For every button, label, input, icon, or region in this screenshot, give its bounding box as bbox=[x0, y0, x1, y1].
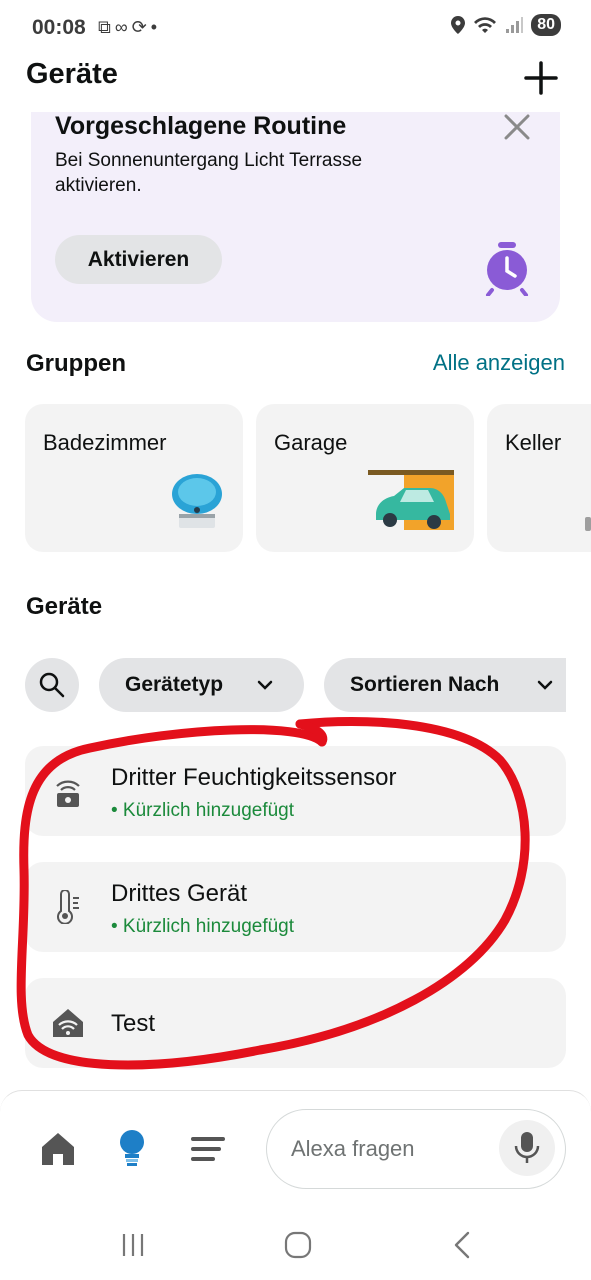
garage-car-icon bbox=[368, 470, 454, 530]
group-label: Garage bbox=[274, 430, 348, 455]
location-icon bbox=[451, 16, 466, 34]
sort-filter[interactable]: Sortieren Nach bbox=[324, 658, 566, 712]
alexa-input[interactable]: Alexa fragen bbox=[266, 1109, 566, 1189]
device-card[interactable]: Test bbox=[25, 978, 566, 1068]
activate-button[interactable]: Aktivieren bbox=[55, 235, 222, 284]
chevron-down-icon bbox=[537, 680, 553, 690]
routine-title: Vorgeschlagene Routine bbox=[55, 112, 347, 140]
device-name: Drittes Gerät bbox=[111, 880, 248, 907]
status-bar: 00:08 ⧉ ∞ ⟳ • 80 bbox=[0, 0, 591, 56]
home-icon[interactable] bbox=[38, 1129, 78, 1169]
groups-carousel[interactable]: Badezimmer Garage Keller bbox=[25, 404, 591, 552]
group-card-badezimmer[interactable]: Badezimmer bbox=[25, 404, 243, 552]
echo-device-icon bbox=[172, 474, 222, 528]
signal-icon bbox=[506, 17, 524, 33]
back-icon[interactable] bbox=[448, 1230, 478, 1260]
system-nav-bar bbox=[0, 1204, 591, 1280]
device-name: Test bbox=[111, 1010, 156, 1037]
plus-icon[interactable] bbox=[521, 58, 561, 98]
thermometer-icon bbox=[57, 890, 79, 924]
sort-label: Sortieren Nach bbox=[350, 673, 500, 696]
group-label: Badezimmer bbox=[43, 430, 167, 455]
device-type-label: Gerätetyp bbox=[125, 673, 224, 696]
group-card-garage[interactable]: Garage bbox=[256, 404, 474, 552]
search-icon bbox=[39, 672, 65, 698]
alarm-clock-icon bbox=[486, 242, 528, 296]
group-card-keller[interactable]: Keller bbox=[487, 404, 591, 552]
device-status: • Kürzlich hinzugefügt bbox=[111, 916, 295, 937]
microphone-icon bbox=[514, 1132, 540, 1163]
screenshot-icon: ⧉ bbox=[98, 17, 111, 37]
device-card[interactable]: Dritter Feuchtigkeitssensor • Kürzlich h… bbox=[25, 746, 566, 836]
wifi-icon bbox=[474, 17, 497, 33]
dot-icon: • bbox=[150, 17, 158, 37]
device-status: • Kürzlich hinzugefügt bbox=[111, 800, 295, 821]
scrollbar-thumb[interactable] bbox=[585, 517, 591, 531]
devices-title: Geräte bbox=[26, 593, 103, 620]
group-label: Keller bbox=[505, 430, 562, 455]
see-all-link[interactable]: Alle anzeigen bbox=[433, 350, 565, 376]
routine-description: Bei Sonnenuntergang Licht Terrasse aktiv… bbox=[55, 150, 363, 196]
status-system-icons: 80 bbox=[451, 14, 561, 36]
page-title: Geräte bbox=[26, 58, 118, 90]
sensor-icon bbox=[56, 780, 80, 807]
mic-button[interactable] bbox=[499, 1120, 555, 1176]
device-type-filter[interactable]: Gerätetyp bbox=[99, 658, 304, 712]
recents-icon[interactable] bbox=[118, 1230, 148, 1260]
search-button[interactable] bbox=[25, 658, 79, 712]
menu-icon[interactable] bbox=[188, 1129, 228, 1169]
sync-icon: ⟳ bbox=[131, 17, 147, 37]
bottom-nav: Alexa fragen bbox=[0, 1090, 591, 1204]
status-notification-icons: ⧉ ∞ ⟳ • bbox=[98, 16, 157, 38]
wifi-house-icon bbox=[53, 1009, 83, 1037]
home-button-icon[interactable] bbox=[283, 1230, 313, 1260]
status-time: 00:08 bbox=[32, 16, 86, 39]
close-icon[interactable] bbox=[502, 112, 532, 142]
alexa-placeholder: Alexa fragen bbox=[291, 1136, 415, 1161]
battery-badge: 80 bbox=[531, 14, 561, 36]
device-name: Dritter Feuchtigkeitssensor bbox=[111, 764, 397, 791]
chevron-down-icon bbox=[257, 680, 273, 690]
lightbulb-icon[interactable] bbox=[112, 1127, 152, 1167]
device-card[interactable]: Drittes Gerät • Kürzlich hinzugefügt bbox=[25, 862, 566, 952]
infinity-icon: ∞ bbox=[114, 17, 128, 37]
groups-title: Gruppen bbox=[26, 350, 126, 377]
suggested-routine-card: Vorgeschlagene Routine Bei Sonnenunterga… bbox=[31, 112, 560, 322]
